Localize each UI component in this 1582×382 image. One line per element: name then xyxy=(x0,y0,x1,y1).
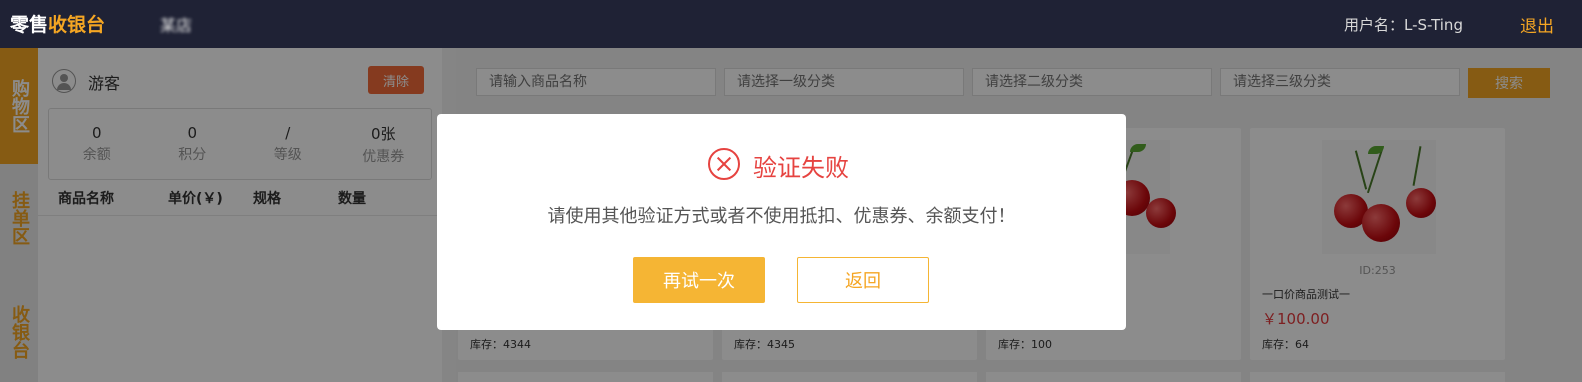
dialog-message: 请使用其他验证方式或者不使用抵扣、优惠券、余额支付！ xyxy=(547,206,1016,227)
verification-failed-dialog: 验证失败 请使用其他验证方式或者不使用抵扣、优惠券、余额支付！ 再试一次 返回 xyxy=(437,114,1126,330)
brand-part-2: 收银台 xyxy=(48,14,106,36)
back-button[interactable]: 返回 xyxy=(797,257,929,303)
logout-link[interactable]: 退出 xyxy=(1520,12,1554,37)
dialog-title: 验证失败 xyxy=(753,154,849,182)
top-bar: 零售收银台 某店 用户名：L-S-Ting 退出 xyxy=(0,0,1582,48)
retry-button[interactable]: 再试一次 xyxy=(633,257,765,303)
store-name: 某店 xyxy=(160,16,193,35)
username-label: 用户名：L-S-Ting xyxy=(1344,16,1463,34)
brand-logo: 零售收银台 xyxy=(10,10,105,37)
brand-part-1: 零售 xyxy=(10,14,49,36)
close-circle-icon xyxy=(708,148,740,180)
